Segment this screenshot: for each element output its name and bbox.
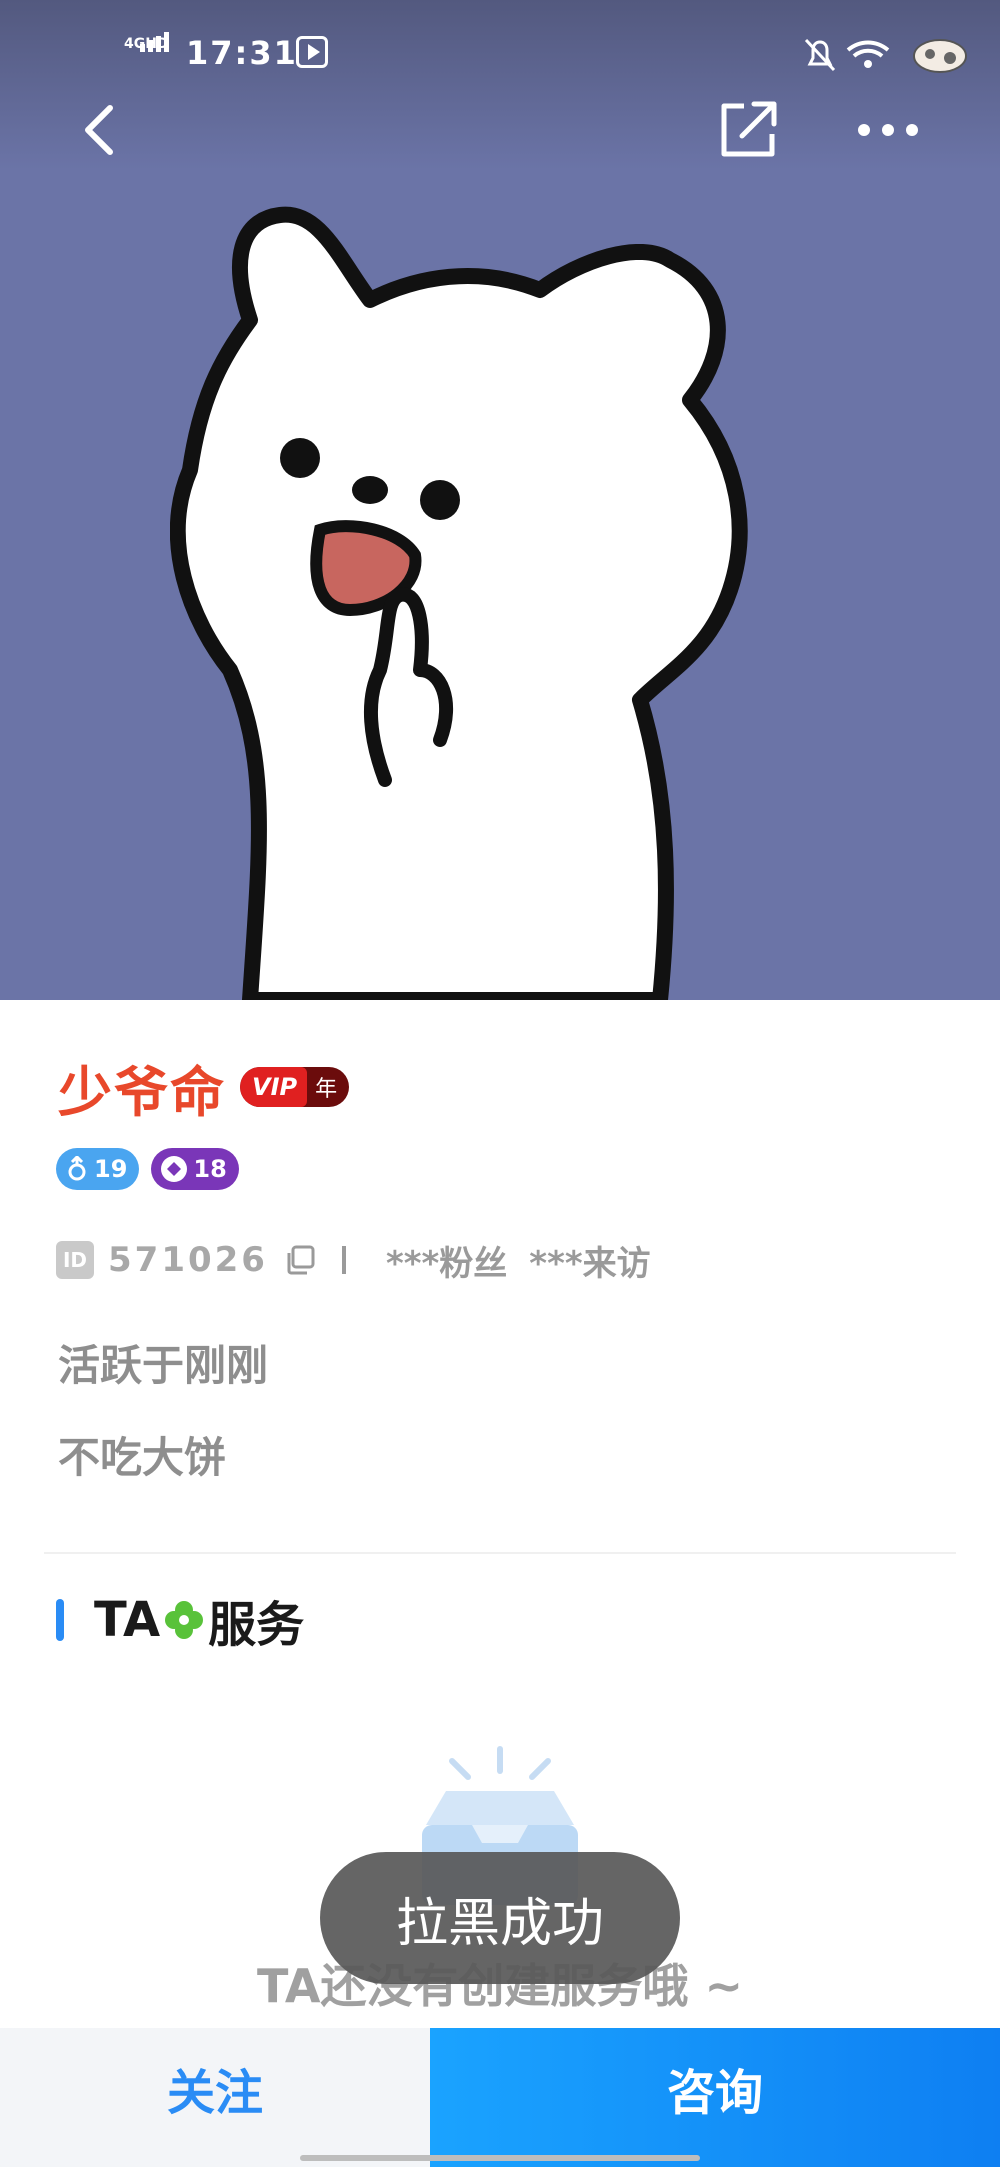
section-accent-bar — [56, 1599, 64, 1641]
tags-row: 19 18 — [56, 1148, 239, 1190]
status-right-icons — [800, 34, 980, 82]
more-icon — [858, 124, 918, 136]
vip-label: VIP — [240, 1067, 308, 1107]
more-button[interactable] — [848, 90, 928, 170]
services-title-prefix: TA — [94, 1592, 161, 1648]
stats-divider — [341, 1246, 346, 1274]
media-play-icon — [296, 36, 328, 68]
level-icon — [161, 1156, 188, 1182]
share-icon — [721, 101, 777, 157]
home-indicator[interactable] — [300, 2155, 700, 2161]
name-row: 少爷命 VIP 年 — [58, 1055, 350, 1124]
fans-count[interactable]: ***粉丝 — [386, 1236, 507, 1285]
status-icons — [804, 38, 967, 73]
vip-badge[interactable]: VIP 年 — [240, 1067, 350, 1107]
toast-message: 拉黑成功 — [320, 1852, 680, 1984]
copy-icon[interactable] — [284, 1244, 316, 1276]
level-value: 18 — [193, 1155, 227, 1183]
id-label: ID — [56, 1241, 94, 1279]
section-divider — [44, 1552, 956, 1554]
vip-term: 年 — [315, 1077, 338, 1102]
bio: 不吃大饼 — [58, 1433, 227, 1482]
share-button[interactable] — [708, 90, 788, 170]
follow-button[interactable]: 关注 — [0, 2028, 430, 2167]
active-status: 活跃于刚刚 — [58, 1341, 269, 1390]
visits-count[interactable]: ***来访 — [529, 1236, 650, 1285]
top-nav — [0, 90, 1000, 170]
status-time: 17:31 — [186, 34, 298, 72]
profile-cover: 4GHD 17:31 — [0, 0, 1000, 1000]
back-button[interactable] — [60, 90, 140, 170]
nickname: 少爷命 — [58, 1060, 226, 1124]
cover-cat-illustration — [170, 206, 748, 1000]
services-title-suffix: 服务 — [208, 1597, 305, 1653]
services-header: TA 服务 — [56, 1590, 304, 1653]
network-label: 4GHD — [124, 36, 169, 52]
stats-row: ID 571026 ***粉丝 ***来访 — [56, 1236, 651, 1285]
user-id: 571026 — [108, 1240, 268, 1280]
gender-age-tag: 19 — [56, 1148, 140, 1190]
level-tag: 18 — [151, 1148, 239, 1190]
male-icon — [68, 1156, 86, 1181]
back-arrow-icon — [85, 105, 113, 155]
consult-button[interactable]: 咨询 — [430, 2028, 1000, 2167]
bottom-action-bar: 关注 咨询 — [0, 2028, 1000, 2167]
clover-icon — [165, 1601, 204, 1639]
status-bar: 4GHD 17:31 — [0, 30, 1000, 80]
age-value: 19 — [94, 1155, 128, 1183]
